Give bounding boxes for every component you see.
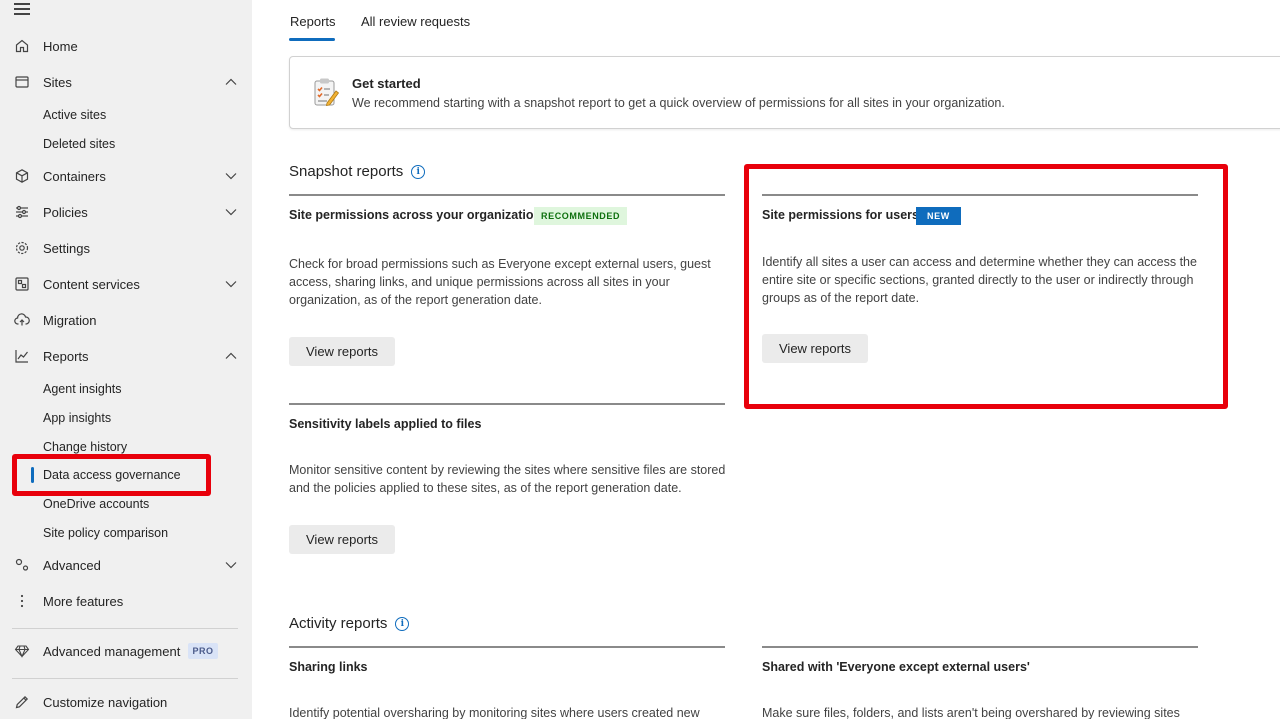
chevron-down-icon[interactable] — [224, 169, 238, 183]
nav-subitem-label: Change history — [43, 440, 128, 454]
nav-subitem-label: Deleted sites — [43, 137, 116, 151]
tab-all-review-requests[interactable]: All review requests — [361, 14, 470, 29]
nav-item-policies[interactable]: Policies — [0, 197, 252, 227]
chevron-down-icon[interactable] — [224, 558, 238, 572]
get-started-description: We recommend starting with a snapshot re… — [352, 96, 1005, 110]
more-icon — [13, 592, 31, 610]
section-title-text: Activity reports — [289, 615, 388, 632]
nav-item-label: Customize navigation — [43, 694, 168, 710]
nav-subitem-deleted-sites[interactable]: Deleted sites — [0, 131, 252, 157]
activity-reports-heading: Activity reports i — [289, 615, 410, 632]
nav-item-label: Advanced — [43, 557, 101, 573]
card-description: Monitor sensitive content by reviewing t… — [289, 463, 726, 495]
get-started-banner: Get started We recommend starting with a… — [289, 56, 1280, 129]
nav-item-content-services[interactable]: Content services — [0, 269, 252, 299]
nav-subitem-label: Active sites — [43, 108, 107, 122]
card-divider — [289, 194, 725, 196]
get-started-title: Get started — [352, 76, 421, 91]
snapshot-reports-heading: Snapshot reports i — [289, 163, 426, 180]
card-description: Make sure files, folders, and lists aren… — [762, 706, 1180, 719]
nav-item-reports[interactable]: Reports — [0, 341, 252, 371]
sidebar-divider — [12, 628, 238, 629]
chevron-down-icon[interactable] — [224, 277, 238, 291]
view-reports-button-sensitivity-labels[interactable]: View reports — [289, 525, 396, 554]
nav-subitem-active-sites[interactable]: Active sites — [0, 102, 252, 128]
nav-item-label: More features — [43, 593, 124, 609]
info-icon[interactable]: i — [395, 616, 410, 631]
nav-item-more-features[interactable]: More features — [0, 586, 252, 616]
card-divider — [762, 646, 1198, 648]
view-reports-button-site-permissions-org[interactable]: View reports — [289, 337, 396, 366]
pro-badge: PRO — [188, 643, 218, 659]
containers-icon — [13, 167, 31, 185]
chevron-up-icon[interactable] — [224, 75, 238, 89]
nav-item-label: Advanced management — [43, 643, 181, 659]
nav-item-label: Policies — [43, 204, 88, 220]
nav-item-home[interactable]: Home — [0, 31, 252, 61]
nav-item-containers[interactable]: Containers — [0, 161, 252, 191]
card-divider — [289, 403, 725, 405]
nav-item-migration[interactable]: Migration — [0, 305, 252, 335]
nav-subitem-label: OneDrive accounts — [43, 497, 150, 511]
nav-item-label: Reports — [43, 348, 89, 364]
chevron-up-icon[interactable] — [224, 349, 238, 363]
annotation-highlight-card — [744, 164, 1228, 409]
home-icon — [13, 37, 31, 55]
chevron-down-icon[interactable] — [224, 205, 238, 219]
settings-icon — [13, 239, 31, 257]
nav-item-label: Settings — [43, 240, 90, 256]
nav-item-label: Migration — [43, 312, 97, 328]
advanced-icon — [13, 556, 31, 574]
nav-subitem-label: Site policy comparison — [43, 526, 169, 540]
tab-reports[interactable]: Reports — [290, 14, 336, 29]
annotation-highlight-sidebar — [12, 454, 211, 496]
main-content: Reports All review requests Get started … — [252, 0, 1280, 719]
card-divider — [289, 646, 725, 648]
sites-icon — [13, 73, 31, 91]
card-title-sharing-links: Sharing links — [289, 660, 368, 674]
nav-item-advanced[interactable]: Advanced — [0, 550, 252, 580]
nav-item-customize-navigation[interactable]: Customize navigation — [0, 687, 252, 717]
section-title-text: Snapshot reports — [289, 163, 404, 180]
nav-item-label: Home — [43, 38, 78, 54]
card-description: Check for broad permissions such as Ever… — [289, 257, 711, 307]
pencil-icon — [13, 693, 31, 711]
active-tab-indicator — [289, 38, 335, 41]
diamond-icon — [13, 642, 31, 660]
card-description: Identify potential oversharing by monito… — [289, 706, 700, 719]
recommended-badge: RECOMMENDED — [534, 207, 628, 225]
sidebar-divider — [12, 678, 238, 679]
nav-item-label: Containers — [43, 168, 106, 184]
info-icon[interactable]: i — [411, 164, 426, 179]
card-title-site-permissions-org: Site permissions across your organizatio… — [289, 208, 542, 222]
hamburger-menu-icon[interactable] — [14, 3, 30, 15]
reports-icon — [13, 347, 31, 365]
nav-item-sites[interactable]: Sites — [0, 67, 252, 97]
nav-item-label: Content services — [43, 276, 140, 292]
nav-item-label: Sites — [43, 74, 72, 90]
content-services-icon — [13, 275, 31, 293]
card-title-shared-with-everyone: Shared with 'Everyone except external us… — [762, 660, 1030, 674]
card-title-sensitivity-labels: Sensitivity labels applied to files — [289, 417, 482, 431]
nav-subitem-label: App insights — [43, 411, 112, 425]
nav-subitem-site-policy-comparison[interactable]: Site policy comparison — [0, 520, 252, 546]
nav-subitem-agent-insights[interactable]: Agent insights — [0, 376, 252, 402]
policies-icon — [13, 203, 31, 221]
nav-subitem-app-insights[interactable]: App insights — [0, 405, 252, 431]
clipboard-checklist-icon — [314, 78, 340, 106]
nav-item-settings[interactable]: Settings — [0, 233, 252, 263]
nav-subitem-label: Agent insights — [43, 382, 122, 396]
left-navigation: Home Sites Active sites Deleted sites Co… — [0, 0, 252, 719]
migration-icon — [13, 311, 31, 329]
